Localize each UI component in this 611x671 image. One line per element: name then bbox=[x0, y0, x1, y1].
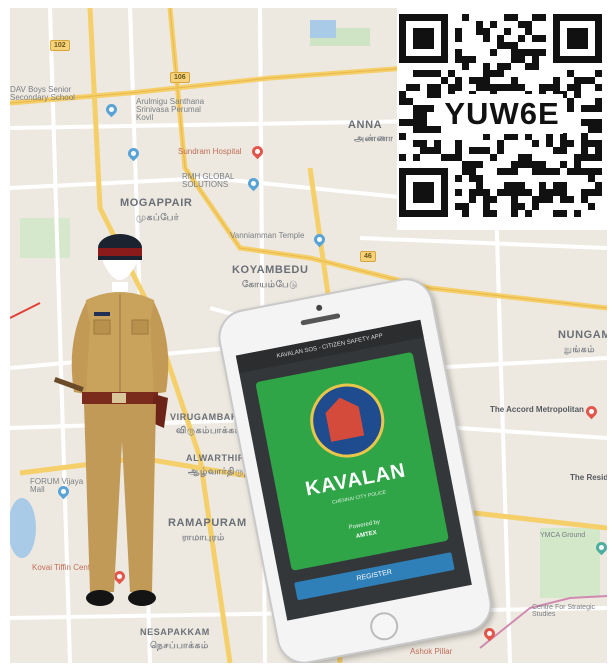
area-label-ramapuram-tamil: ராமாபுரம் bbox=[182, 532, 225, 542]
area-label-nesapakkam-tamil: நெசப்பாக்கம் bbox=[150, 640, 209, 650]
temple-tower-icon bbox=[323, 394, 364, 442]
area-label-mogappair: MOGAPPAIR bbox=[120, 197, 193, 209]
app-splash-card: KAVALAN CHENNAI CITY POLICE Powered by A… bbox=[255, 351, 449, 571]
poi-label: Sundram Hospital bbox=[178, 147, 242, 156]
road-shield: 106 bbox=[170, 72, 190, 83]
area-label-anna-tamil: அண்ணா bbox=[354, 133, 394, 143]
qr-code-label: YUW6E bbox=[441, 94, 563, 134]
area-label-nesapakkam: NESAPAKKAM bbox=[140, 627, 210, 637]
poi-label: YMCA Ground bbox=[540, 532, 586, 539]
road-shield: 102 bbox=[50, 40, 70, 51]
home-button[interactable] bbox=[367, 609, 401, 643]
poi-label: Vanniamman Temple bbox=[230, 231, 305, 240]
road-shield: 46 bbox=[360, 251, 376, 262]
area-label-koyambedu-tamil: கோயம்பேடு bbox=[242, 279, 298, 289]
poi-label: DAV Boys Senior Secondary School bbox=[10, 85, 75, 102]
phone-screen: KAVALAN SOS - CITIZEN SAFETY APP KAVALAN… bbox=[235, 319, 472, 621]
poi-label: The Residency bbox=[570, 473, 607, 482]
area-label-mogappair-tamil: முகப்பேர் bbox=[136, 212, 180, 222]
area-label-nungam: NUNGAM bbox=[558, 329, 607, 341]
police-officer-figure bbox=[53, 234, 169, 606]
camera-icon bbox=[315, 304, 323, 312]
poi-label: Centre For Strategic Studies bbox=[532, 604, 596, 618]
police-emblem-icon bbox=[303, 377, 391, 464]
poi-label: Ashok Pillar bbox=[410, 647, 453, 656]
area-label-anna: ANNA bbox=[348, 119, 383, 131]
area-label-koyambedu: KOYAMBEDU bbox=[232, 264, 309, 276]
speaker-grille bbox=[300, 313, 341, 326]
poi-label: Arulmigu Santhana Srinivasa Perumal Kovi… bbox=[136, 97, 205, 122]
poi-label: The Accord Metropolitan bbox=[490, 405, 584, 414]
area-label-nungam-tamil: நுங்கம் bbox=[564, 344, 596, 354]
qr-code[interactable]: YUW6E bbox=[397, 8, 607, 230]
poi-label: RMH GLOBAL SOLUTIONS bbox=[182, 172, 235, 189]
